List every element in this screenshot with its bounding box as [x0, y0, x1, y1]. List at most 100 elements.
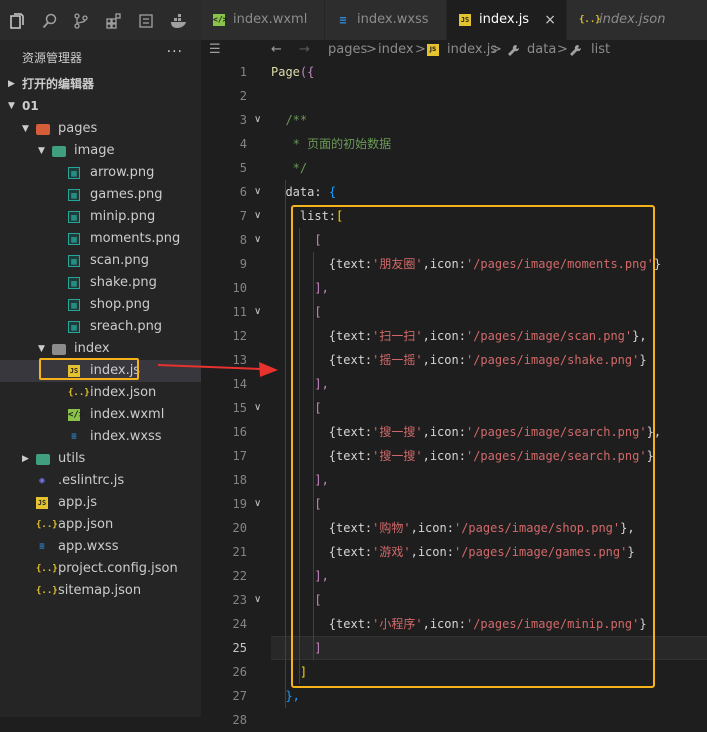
- fold-chevron-icon[interactable]: ∨: [254, 588, 261, 612]
- tree-item[interactable]: ▦ shop.png: [0, 294, 201, 316]
- tree-item[interactable]: ▦ games.png: [0, 184, 201, 206]
- folder-icon: [52, 344, 66, 355]
- tree-item[interactable]: ≡ app.wxss: [0, 536, 201, 558]
- highlight-box-file: [39, 358, 139, 380]
- search-icon[interactable]: [42, 13, 58, 32]
- tree-item[interactable]: ▦ sreach.png: [0, 316, 201, 338]
- tree-item[interactable]: ▼ index: [0, 338, 201, 360]
- tree-item[interactable]: ▼ pages: [0, 118, 201, 140]
- tree-item-label: index.json: [90, 385, 157, 400]
- tree-item-label: image: [74, 143, 115, 158]
- line-number: 4: [239, 137, 247, 151]
- source-control-icon[interactable]: [74, 13, 88, 32]
- tree-item[interactable]: {..} app.json: [0, 514, 201, 536]
- tree-item[interactable]: ▦ scan.png: [0, 250, 201, 272]
- explorer-title: 资源管理器: [22, 51, 83, 65]
- tree-item-label: index.wxss: [90, 429, 162, 444]
- docker-icon[interactable]: [170, 13, 188, 32]
- line-number: 17: [232, 449, 247, 463]
- tree-item-label: project.config.json: [58, 561, 178, 576]
- tree-item-label: index.wxml: [90, 407, 165, 422]
- fold-chevron-icon[interactable]: ∨: [254, 228, 261, 252]
- tree-item-label: scan.png: [90, 253, 150, 268]
- folder-icon: [52, 146, 66, 157]
- breadcrumb-item-pages[interactable]: pages: [328, 41, 367, 59]
- close-icon[interactable]: ×: [544, 0, 556, 40]
- image-file-icon: ▦: [68, 299, 80, 311]
- line-number: 15: [232, 401, 247, 415]
- line-number: 16: [232, 425, 247, 439]
- breadcrumb-item-file[interactable]: index.js: [447, 41, 497, 59]
- forward-arrow-icon[interactable]: →: [299, 41, 310, 59]
- tree-item-label: utils: [58, 451, 86, 466]
- line-number: 2: [239, 89, 247, 103]
- tree-item[interactable]: ▦ shake.png: [0, 272, 201, 294]
- line-number: 28: [232, 713, 247, 727]
- js-file-icon: JS: [36, 497, 48, 509]
- wxss-file-icon: ≡: [39, 542, 45, 552]
- breadcrumb-separator: >: [491, 42, 502, 57]
- json-file-icon: {..}: [36, 520, 58, 530]
- fold-chevron-icon[interactable]: ∨: [254, 108, 261, 132]
- folder-icon: [36, 124, 50, 135]
- tab-index-js[interactable]: JS index.js ×: [447, 0, 567, 40]
- debug-icon[interactable]: [138, 13, 154, 32]
- tree-item[interactable]: </> index.wxml: [0, 404, 201, 426]
- fold-chevron-icon[interactable]: ∨: [254, 492, 261, 516]
- tree-item[interactable]: {..} index.json: [0, 382, 201, 404]
- json-file-icon: {..}: [68, 388, 90, 398]
- tree-item[interactable]: ▶ utils: [0, 448, 201, 470]
- extensions-icon[interactable]: [106, 13, 122, 32]
- tab-label: index.wxss: [357, 12, 429, 27]
- tree-item[interactable]: ▦ arrow.png: [0, 162, 201, 184]
- chevron-down-icon: ▼: [8, 101, 15, 111]
- line-number: 9: [239, 257, 247, 271]
- section-open-editors[interactable]: ▶ 打开的编辑器: [0, 73, 201, 95]
- line-number: 20: [232, 521, 247, 535]
- list-icon: ☰: [209, 42, 221, 57]
- wxml-file-icon: </>: [213, 14, 228, 26]
- fold-chevron-icon[interactable]: ∨: [254, 180, 261, 204]
- line-number: 7: [239, 209, 247, 223]
- back-arrow-icon[interactable]: ←: [271, 41, 282, 59]
- line-number: 3: [239, 113, 247, 127]
- tree-item[interactable]: ▦ moments.png: [0, 228, 201, 250]
- breadcrumb-item-index[interactable]: index: [378, 41, 414, 59]
- tree-item[interactable]: JS app.js: [0, 492, 201, 514]
- line-number: 25: [232, 641, 247, 655]
- tree-item-label: moments.png: [90, 231, 181, 246]
- tab-label: index.json: [599, 12, 666, 27]
- chevron-right-icon: ▶: [8, 79, 15, 89]
- tab-index-wxml[interactable]: </> index.wxml: [201, 0, 325, 40]
- tree-item[interactable]: {..} sitemap.json: [0, 580, 201, 602]
- image-file-icon: ▦: [68, 321, 80, 333]
- image-file-icon: ▦: [68, 167, 80, 179]
- fold-chevron-icon[interactable]: ∨: [254, 396, 261, 420]
- breadcrumb-item-list[interactable]: list: [591, 41, 610, 59]
- code-token: Page: [271, 65, 300, 79]
- code-token: ({: [299, 65, 315, 79]
- tab-label: index.wxml: [233, 12, 308, 27]
- js-file-icon: JS: [427, 44, 439, 56]
- wxss-file-icon: ≡: [71, 432, 77, 442]
- tree-item[interactable]: {..} project.config.json: [0, 558, 201, 580]
- tab-index-wxss[interactable]: ≡ index.wxss: [325, 0, 447, 40]
- tree-item[interactable]: ◉ .eslintrc.js: [0, 470, 201, 492]
- tree-item[interactable]: ≡ index.wxss: [0, 426, 201, 448]
- line-number: 21: [232, 545, 247, 559]
- files-icon[interactable]: [10, 13, 24, 32]
- breadcrumb-item-data[interactable]: data: [527, 41, 556, 59]
- line-number: 14: [232, 377, 247, 391]
- code-token: },: [271, 689, 300, 703]
- section-workspace[interactable]: ▼ 01: [0, 95, 201, 117]
- json-file-icon: {..}: [36, 564, 58, 574]
- breadcrumb-separator: >: [557, 42, 568, 57]
- wxml-file-icon: </>: [68, 409, 85, 421]
- chevron-down-icon: ▼: [38, 146, 45, 156]
- fold-chevron-icon[interactable]: ∨: [254, 204, 261, 228]
- tab-index-json[interactable]: {..} index.json: [567, 0, 707, 40]
- fold-chevron-icon[interactable]: ∨: [254, 300, 261, 324]
- more-actions-icon[interactable]: ···: [167, 44, 183, 60]
- tree-item[interactable]: ▼ image: [0, 140, 201, 162]
- tree-item[interactable]: ▦ minip.png: [0, 206, 201, 228]
